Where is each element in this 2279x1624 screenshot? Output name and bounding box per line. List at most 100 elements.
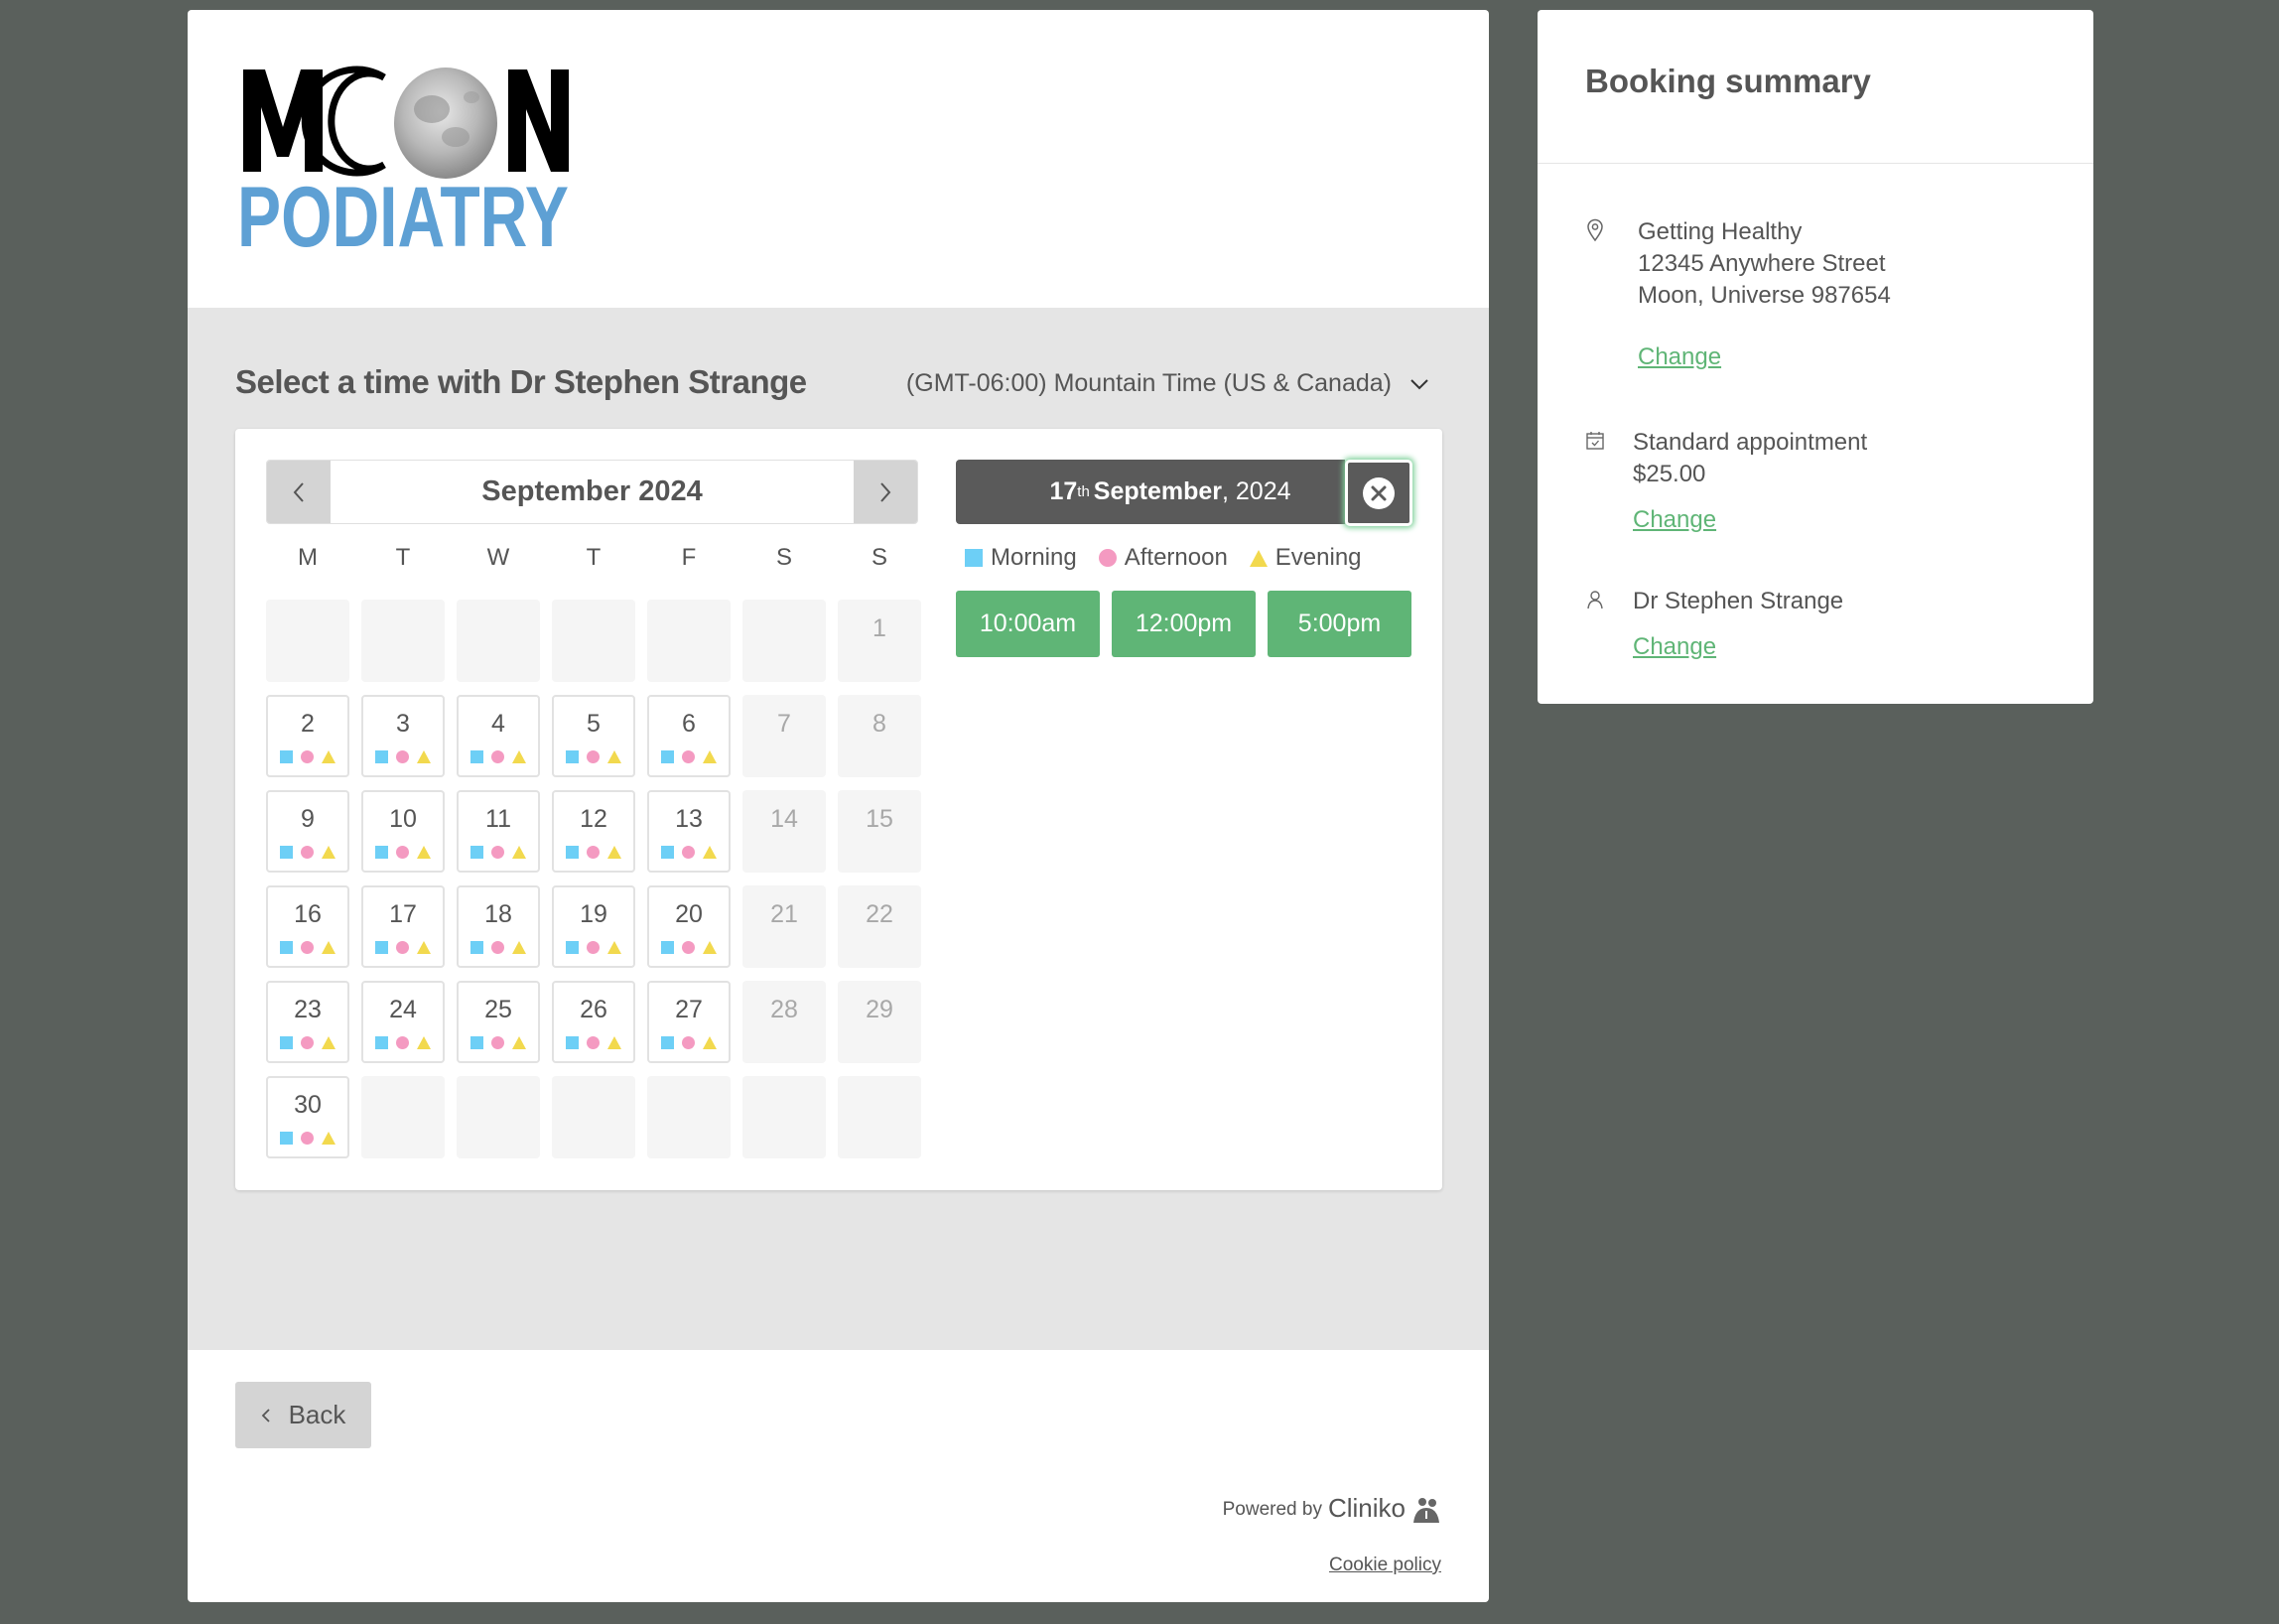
day-number: 25 [484,996,512,1023]
availability-markers [268,845,347,859]
availability-markers [649,1035,729,1049]
afternoon-circle-icon [682,749,695,763]
availability-markers [363,845,443,859]
weekday-label: S [775,544,792,571]
afternoon-circle-icon [396,940,409,954]
afternoon-circle-icon [491,940,504,954]
calendar-day[interactable]: 13 [647,790,731,873]
availability-markers [554,1035,633,1049]
evening-triangle-icon [607,749,621,763]
day-number: 23 [294,996,322,1023]
prev-month-button[interactable] [267,461,331,523]
calendar-empty-cell [266,600,349,682]
appointment-price: $25.00 [1633,461,1706,487]
evening-triangle-icon [703,845,717,859]
evening-triangle-icon [417,845,431,859]
calendar-day[interactable]: 2 [266,695,349,777]
clear-date-button[interactable] [1345,460,1412,526]
evening-triangle-icon [607,845,621,859]
day-number: 12 [580,805,607,833]
evening-triangle-icon [322,749,335,763]
availability-markers [268,1035,347,1049]
calendar-empty-cell [552,1076,635,1158]
summary-header: Booking summary [1538,10,2093,164]
calendar-day[interactable]: 6 [647,695,731,777]
calendar-day[interactable]: 3 [361,695,445,777]
evening-triangle-icon [512,749,526,763]
change-appointment-link[interactable]: Change [1633,506,1716,534]
month-label: September 2024 [481,475,703,507]
weekday-label: S [871,544,887,571]
weekday-label: T [395,544,411,571]
availability-markers [459,1035,538,1049]
day-number: 27 [675,996,703,1023]
evening-triangle-icon [512,845,526,859]
calendar-day[interactable]: 10 [361,790,445,873]
calendar-day[interactable]: 9 [266,790,349,873]
day-number: 14 [770,805,798,833]
day-number: 19 [580,900,607,928]
time-slot-button[interactable]: 12:00pm [1112,591,1256,657]
calendar-day[interactable]: 23 [266,981,349,1063]
morning-square-icon [566,749,579,763]
calendar-day[interactable]: 17 [361,885,445,968]
day-number: 21 [770,900,798,928]
time-slot-button[interactable]: 5:00pm [1268,591,1411,657]
day-number: 29 [866,996,893,1023]
time-of-day-legend: Morning Afternoon Evening [965,544,1384,572]
back-button[interactable]: Back [235,1382,371,1448]
afternoon-circle-icon [301,1035,314,1049]
calendar-day[interactable]: 24 [361,981,445,1063]
time-slot-button[interactable]: 10:00am [956,591,1100,657]
calendar-day[interactable]: 27 [647,981,731,1063]
calendar-day[interactable]: 5 [552,695,635,777]
calendar-empty-cell [457,1076,540,1158]
user-icon [1587,591,1603,609]
calendar-day: 28 [742,981,826,1063]
day-number: 22 [866,900,893,928]
legend-label: Evening [1274,544,1362,571]
afternoon-circle-icon [301,845,314,859]
circle-icon [1098,549,1117,567]
day-number: 13 [675,805,703,833]
evening-triangle-icon [607,1035,621,1049]
availability-markers [459,749,538,763]
location-address-line2: Moon, Universe 987654 [1638,282,1891,309]
calendar-day[interactable]: 30 [266,1076,349,1158]
evening-triangle-icon [322,940,335,954]
next-month-button[interactable] [854,461,917,523]
calendar-day[interactable]: 12 [552,790,635,873]
change-practitioner-link[interactable]: Change [1633,633,1716,661]
change-location-link[interactable]: Change [1638,343,1721,371]
calendar-day[interactable]: 11 [457,790,540,873]
cliniko-brand: Cliniko [1327,1493,1406,1523]
powered-by-text: Powered by [1222,1499,1322,1520]
calendar-day[interactable]: 4 [457,695,540,777]
cliniko-logo-icon [1413,1498,1439,1523]
calendar-empty-cell [838,1076,921,1158]
afternoon-circle-icon [682,845,695,859]
day-number: 7 [777,710,791,738]
evening-triangle-icon [322,1035,335,1049]
logo-text: PODIATRY [237,170,569,256]
calendar-day[interactable]: 19 [552,885,635,968]
powered-by[interactable]: Powered by Cliniko [1223,1493,1441,1524]
practitioner-name: Dr Stephen Strange [1633,588,1844,614]
day-number: 24 [389,996,417,1023]
calendar-empty-cell [647,1076,731,1158]
timezone-select[interactable]: (GMT-06:00) Mountain Time (US & Canada) [906,369,1429,398]
availability-markers [649,940,729,954]
afternoon-circle-icon [587,845,600,859]
calendar-day[interactable]: 18 [457,885,540,968]
page-title: Select a time with Dr Stephen Strange [235,363,807,400]
calendar-day[interactable]: 16 [266,885,349,968]
calendar-empty-cell [361,1076,445,1158]
calendar-day[interactable]: 25 [457,981,540,1063]
afternoon-circle-icon [396,749,409,763]
afternoon-circle-icon [491,845,504,859]
calendar-day[interactable]: 26 [552,981,635,1063]
evening-triangle-icon [417,749,431,763]
cookie-policy-link[interactable]: Cookie policy [1329,1555,1441,1576]
calendar-day[interactable]: 20 [647,885,731,968]
afternoon-circle-icon [396,1035,409,1049]
